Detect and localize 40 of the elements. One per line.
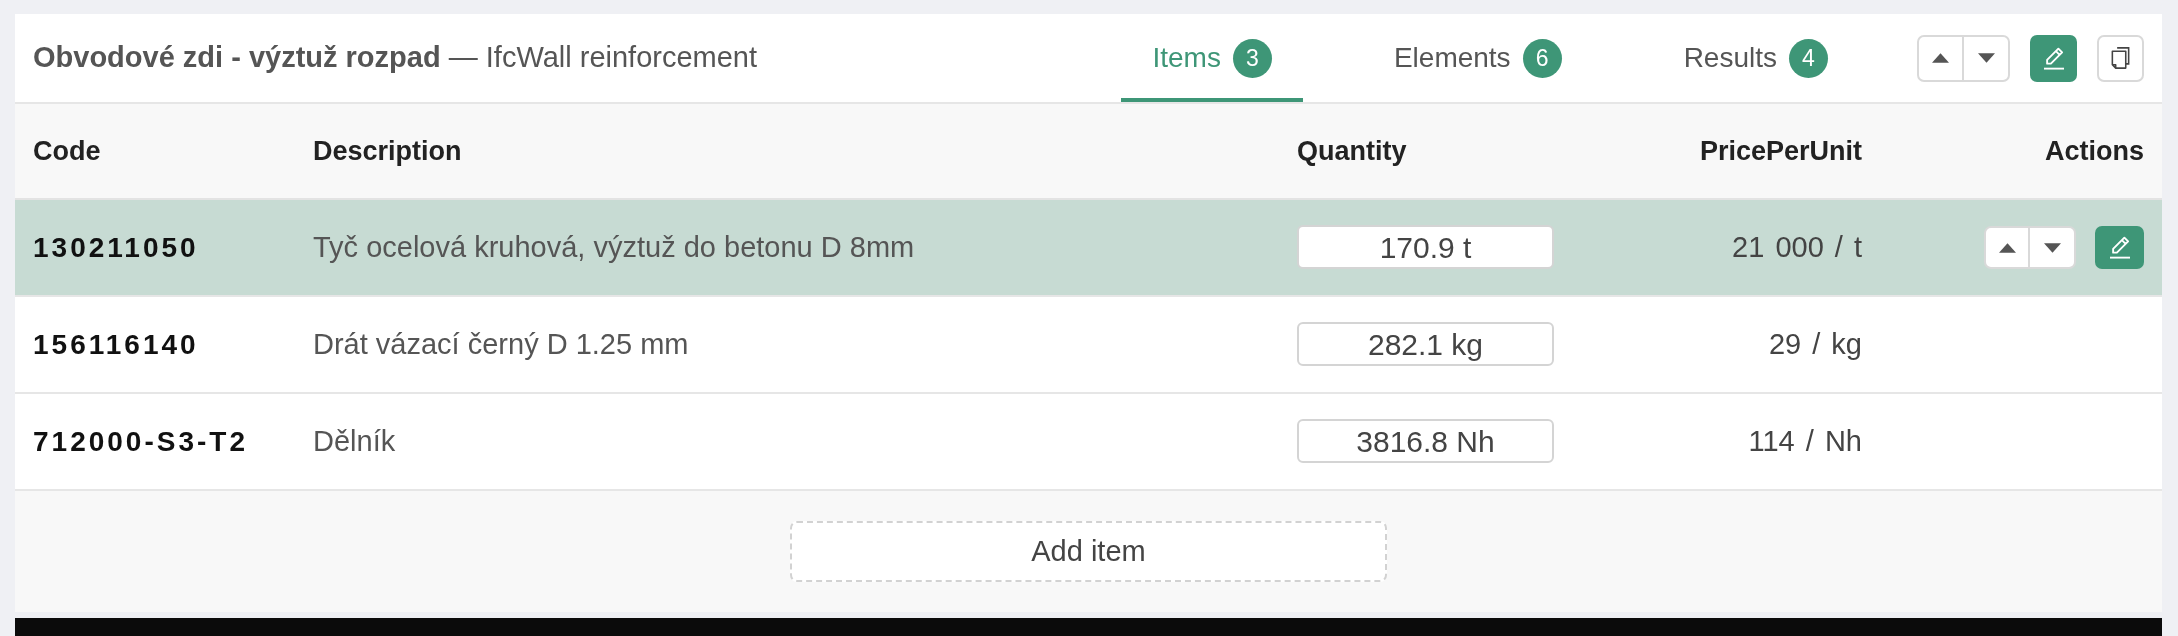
count-badge: 4 [1789,38,1828,78]
column-header: Actions [2045,135,2144,166]
item-description: Dělník [313,424,396,457]
count-badge: 6 [1522,38,1562,78]
item-description: Drát vázací černý D 1.25 mm [313,327,689,360]
price-per-unit: 114 / Nh [1748,424,1862,457]
column-header: Code [33,135,101,166]
price-per-unit: 29 / kg [1768,327,1862,360]
column-header: Description [313,135,462,166]
pencil-icon [2042,46,2065,70]
caret-up-icon [1932,53,1949,63]
caret-down-icon [1977,53,1995,63]
tab[interactable]: Results 4 [1652,14,1859,102]
panel-title: Obvodové zdi - výztuž rozpad — IfcWall reinforcement [33,40,758,76]
item-code: 712000-S3-T2 [33,425,248,457]
copy-icon [2111,47,2130,69]
column-header: PricePerUnit [1699,135,1862,166]
quantity-field[interactable]: 3816.8 Nh [1297,419,1554,463]
table-row[interactable]: 156116140 Drát vázací černý D 1.25 mm 282.1 kg 29 / kg [15,296,2162,393]
count-badge: 3 [1232,38,1272,78]
edit-button[interactable] [2095,226,2144,269]
item-description: Tyč ocelová kruhová, výztuž do betonu D 8mm [313,230,915,263]
quantity-field[interactable]: 170.9 t [1297,225,1554,269]
move-down-button[interactable] [2030,226,2076,269]
caret-down-icon [2043,242,2061,253]
move-up-button[interactable] [1984,226,2030,269]
caret-up-icon [1998,242,2016,253]
item-code: 130211050 [33,231,199,263]
item-code: 156116140 [33,328,199,360]
pencil-icon [2108,236,2131,259]
move-up-button[interactable] [1917,34,1964,82]
column-header: Quantity [1297,135,1407,166]
edit-button[interactable] [2030,34,2077,82]
tab[interactable]: Elements 6 [1362,14,1593,102]
table-row[interactable]: 130211050 Tyč ocelová kruhová, výztuž do betonu D 8mm 170.9 t 21 000 / t [15,199,2162,296]
move-down-button[interactable] [1964,34,2010,82]
price-per-unit: 21 000 / t [1732,230,1862,263]
quantity-field[interactable]: 282.1 kg [1297,322,1554,366]
copy-button[interactable] [2097,34,2144,82]
add-item-button[interactable]: Add item [790,521,1387,582]
